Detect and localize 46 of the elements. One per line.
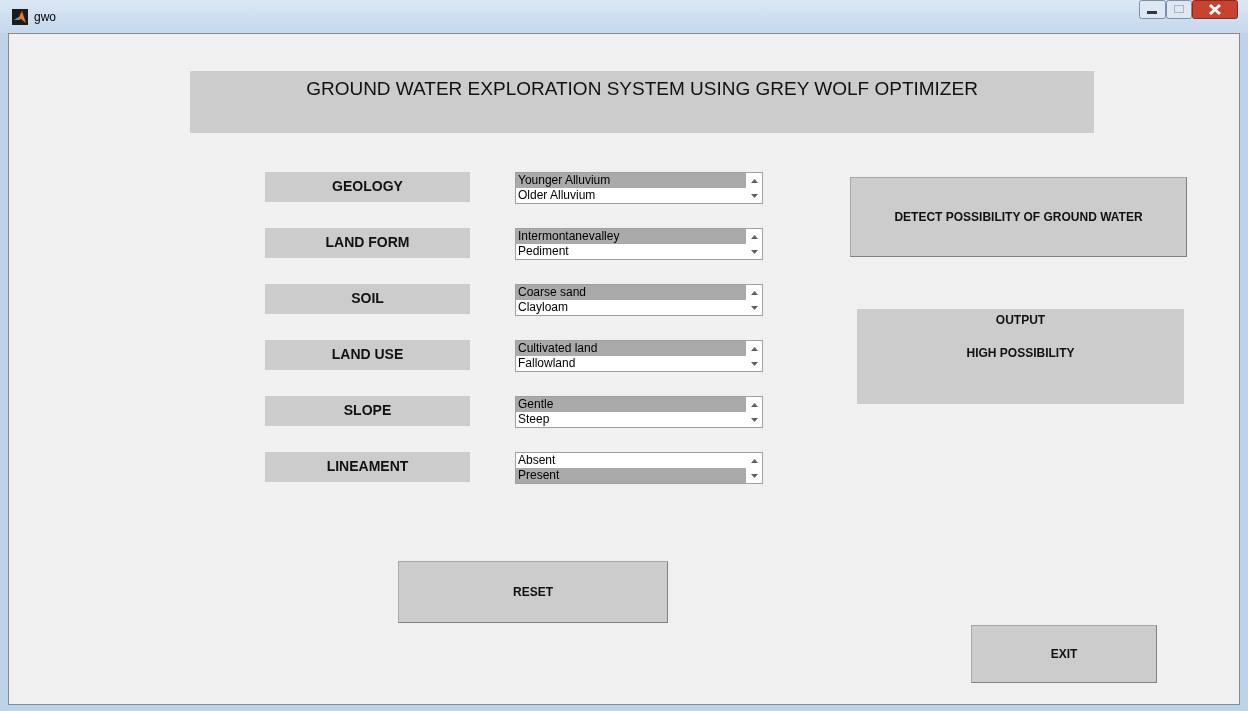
window-title: gwo <box>34 9 56 24</box>
scroll-down-icon[interactable] <box>750 249 758 254</box>
scroll-up-icon[interactable] <box>750 178 758 183</box>
list-item[interactable]: Steep <box>516 412 746 427</box>
detect-button[interactable]: DETECT POSSIBILITY OF GROUND WATER <box>850 177 1187 257</box>
list-item[interactable]: Gentle <box>516 397 746 412</box>
scroll-up-icon[interactable] <box>750 458 758 463</box>
scroll-up-icon[interactable] <box>750 290 758 295</box>
scroll-down-icon[interactable] <box>750 473 758 478</box>
list-item[interactable]: Fallowland <box>516 356 746 371</box>
scroll-up-icon[interactable] <box>750 234 758 239</box>
list-item[interactable]: Younger Alluvium <box>516 173 746 188</box>
field-label: GEOLOGY <box>265 172 470 202</box>
list-item[interactable]: Pediment <box>516 244 746 259</box>
minimize-icon[interactable] <box>1139 0 1166 19</box>
scroll-down-icon[interactable] <box>750 361 758 366</box>
field-label: LINEAMENT <box>265 452 470 482</box>
list-item[interactable]: Present <box>516 468 746 483</box>
list-box[interactable]: Intermontanevalley Pediment <box>515 228 763 260</box>
list-item[interactable]: Cultivated land <box>516 341 746 356</box>
list-box[interactable]: Gentle Steep <box>515 396 763 428</box>
scroll-down-icon[interactable] <box>750 305 758 310</box>
scroll-up-icon[interactable] <box>750 402 758 407</box>
field-label: LAND FORM <box>265 228 470 258</box>
list-box[interactable]: Younger Alluvium Older Alluvium <box>515 172 763 204</box>
scroll-down-icon[interactable] <box>750 193 758 198</box>
list-item[interactable]: Clayloam <box>516 300 746 315</box>
list-item[interactable]: Coarse sand <box>516 285 746 300</box>
exit-button[interactable]: EXIT <box>971 625 1157 683</box>
close-icon[interactable] <box>1192 0 1238 19</box>
field-label: LAND USE <box>265 340 470 370</box>
field-label: SLOPE <box>265 396 470 426</box>
list-box[interactable]: Absent Present <box>515 452 763 484</box>
list-item[interactable]: Intermontanevalley <box>516 229 746 244</box>
list-item[interactable]: Older Alluvium <box>516 188 746 203</box>
list-box[interactable]: Cultivated land Fallowland <box>515 340 763 372</box>
output-title: OUTPUT <box>995 313 1046 327</box>
field-label: SOIL <box>265 284 470 314</box>
title-banner: GROUND WATER EXPLORATION SYSTEM USING GREY WOLF OPTIMIZER <box>190 71 1094 133</box>
reset-button[interactable]: RESET <box>398 561 668 623</box>
app-logo-icon <box>12 8 28 25</box>
output-value: HIGH POSSIBILITY <box>966 346 1075 360</box>
list-box[interactable]: Coarse sand Clayloam <box>515 284 763 316</box>
scroll-down-icon[interactable] <box>750 417 758 422</box>
scroll-up-icon[interactable] <box>750 346 758 351</box>
list-item[interactable]: Absent <box>516 453 746 468</box>
